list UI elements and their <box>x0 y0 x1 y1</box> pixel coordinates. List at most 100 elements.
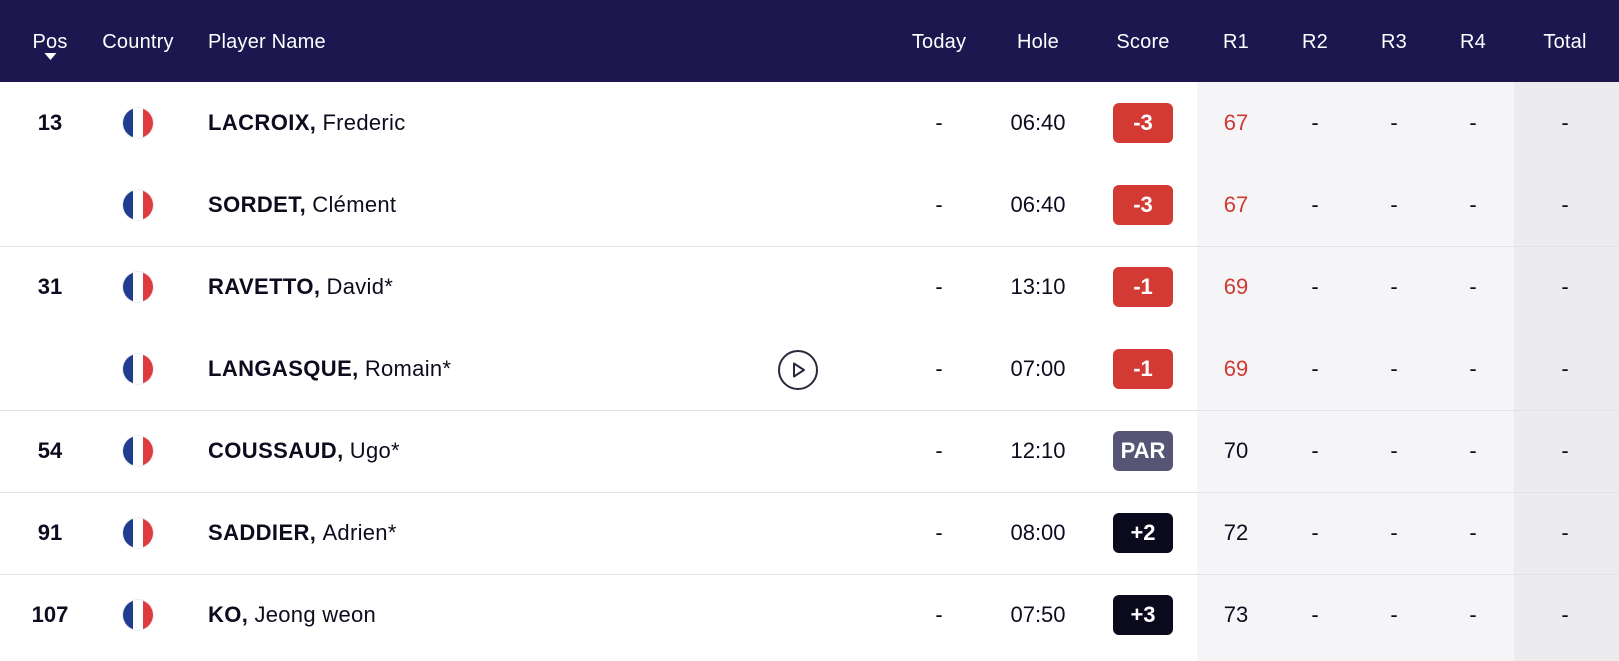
player-last-name: KO, <box>208 602 249 627</box>
round-2-score: - <box>1311 438 1319 463</box>
player-name[interactable]: COUSSAUD, Ugo* <box>208 410 400 492</box>
total-score: - <box>1561 520 1569 545</box>
player-last-name: LACROIX, <box>208 110 317 135</box>
round-4-score: - <box>1469 192 1477 217</box>
player-position: 91 <box>37 520 63 545</box>
score-badge: -3 <box>1113 185 1173 225</box>
player-position: 107 <box>31 602 69 627</box>
round-1-score: 69 <box>1223 274 1249 299</box>
today-score: - <box>935 192 943 217</box>
column-header-r3[interactable]: R3 <box>1381 0 1407 82</box>
player-name[interactable]: LANGASQUE, Romain* <box>208 328 451 410</box>
column-header-pos[interactable]: Pos <box>32 0 67 82</box>
round-3-score: - <box>1390 438 1398 463</box>
today-score: - <box>935 356 943 381</box>
player-last-name: SADDIER, <box>208 520 317 545</box>
round-2-score: - <box>1311 192 1319 217</box>
round-3-score: - <box>1390 356 1398 381</box>
player-row[interactable]: 13 LACROIX, Frederic - 06:40 -3 67 - - - - <box>0 82 1619 164</box>
player-name[interactable]: RAVETTO, David* <box>208 246 393 328</box>
player-row[interactable]: SORDET, Clément - 06:40 -3 67 - - - - <box>0 164 1619 246</box>
column-header-r2[interactable]: R2 <box>1302 0 1328 82</box>
total-score: - <box>1561 602 1569 627</box>
player-position: 31 <box>37 274 63 299</box>
player-position: 13 <box>37 110 63 135</box>
column-header-score[interactable]: Score <box>1116 0 1169 82</box>
play-icon <box>793 362 805 378</box>
round-4-score: - <box>1469 274 1477 299</box>
column-header-hole[interactable]: Hole <box>1017 0 1059 82</box>
france-flag-icon <box>123 436 153 466</box>
player-row[interactable]: 54 COUSSAUD, Ugo* - 12:10 PAR 70 - - - - <box>0 410 1619 492</box>
player-row[interactable]: LANGASQUE, Romain* - 07:00 -1 69 - - - - <box>0 328 1619 410</box>
hole-tee-time: 08:00 <box>1010 520 1066 545</box>
score-badge: PAR <box>1113 431 1173 471</box>
total-score: - <box>1561 274 1569 299</box>
today-score: - <box>935 110 943 135</box>
france-flag-icon <box>123 190 153 220</box>
player-first-name: Romain* <box>364 356 452 381</box>
round-2-score: - <box>1311 274 1319 299</box>
round-4-score: - <box>1469 438 1477 463</box>
player-name[interactable]: KO, Jeong weon <box>208 574 376 656</box>
round-2-score: - <box>1311 110 1319 135</box>
france-flag-icon <box>123 354 153 384</box>
player-first-name: David* <box>326 274 394 299</box>
player-row[interactable]: 31 RAVETTO, David* - 13:10 -1 69 - - - - <box>0 246 1619 328</box>
player-last-name: LANGASQUE, <box>208 356 359 381</box>
player-first-name: Frederic <box>322 110 406 135</box>
player-position: 54 <box>37 438 63 463</box>
round-4-score: - <box>1469 602 1477 627</box>
france-flag-icon <box>123 518 153 548</box>
player-last-name: RAVETTO, <box>208 274 321 299</box>
column-header-player-name[interactable]: Player Name <box>208 0 326 82</box>
hole-tee-time: 07:00 <box>1010 356 1066 381</box>
player-first-name: Clément <box>312 192 397 217</box>
today-score: - <box>935 602 943 627</box>
round-3-score: - <box>1390 192 1398 217</box>
player-first-name: Adrien* <box>322 520 397 545</box>
leaderboard-header: Pos Country Player Name Today Hole Score… <box>0 0 1619 82</box>
column-header-today[interactable]: Today <box>912 0 966 82</box>
player-name[interactable]: SORDET, Clément <box>208 164 396 246</box>
round-1-score: 73 <box>1223 602 1249 627</box>
player-first-name: Ugo* <box>349 438 400 463</box>
round-4-score: - <box>1469 520 1477 545</box>
round-3-score: - <box>1390 520 1398 545</box>
hole-tee-time: 06:40 <box>1010 192 1066 217</box>
player-name[interactable]: LACROIX, Frederic <box>208 82 406 164</box>
column-header-total[interactable]: Total <box>1543 0 1586 82</box>
round-1-score: 72 <box>1223 520 1249 545</box>
player-row[interactable]: 107 KO, Jeong weon - 07:50 +3 73 - - - - <box>0 574 1619 656</box>
player-name[interactable]: SADDIER, Adrien* <box>208 492 397 574</box>
today-score: - <box>935 520 943 545</box>
total-score: - <box>1561 356 1569 381</box>
hole-tee-time: 13:10 <box>1010 274 1066 299</box>
france-flag-icon <box>123 108 153 138</box>
caret-down-icon <box>43 53 56 60</box>
column-header-r1[interactable]: R1 <box>1223 0 1249 82</box>
leaderboard: Pos Country Player Name Today Hole Score… <box>0 0 1619 661</box>
total-score: - <box>1561 110 1569 135</box>
total-score: - <box>1561 438 1569 463</box>
france-flag-icon <box>123 600 153 630</box>
round-1-score: 69 <box>1223 356 1249 381</box>
france-flag-icon <box>123 272 153 302</box>
today-score: - <box>935 438 943 463</box>
round-3-score: - <box>1390 602 1398 627</box>
player-row[interactable]: 91 SADDIER, Adrien* - 08:00 +2 72 - - - - <box>0 492 1619 574</box>
round-2-score: - <box>1311 356 1319 381</box>
hole-tee-time: 12:10 <box>1010 438 1066 463</box>
round-1-score: 67 <box>1223 192 1249 217</box>
play-video-button[interactable] <box>778 350 818 390</box>
player-first-name: Jeong weon <box>254 602 377 627</box>
score-badge: +3 <box>1113 595 1173 635</box>
player-last-name: COUSSAUD, <box>208 438 344 463</box>
player-last-name: SORDET, <box>208 192 307 217</box>
round-2-score: - <box>1311 602 1319 627</box>
column-header-country[interactable]: Country <box>102 0 173 82</box>
column-header-r4[interactable]: R4 <box>1460 0 1486 82</box>
hole-tee-time: 07:50 <box>1010 602 1066 627</box>
round-1-score: 70 <box>1223 438 1249 463</box>
round-1-score: 67 <box>1223 110 1249 135</box>
